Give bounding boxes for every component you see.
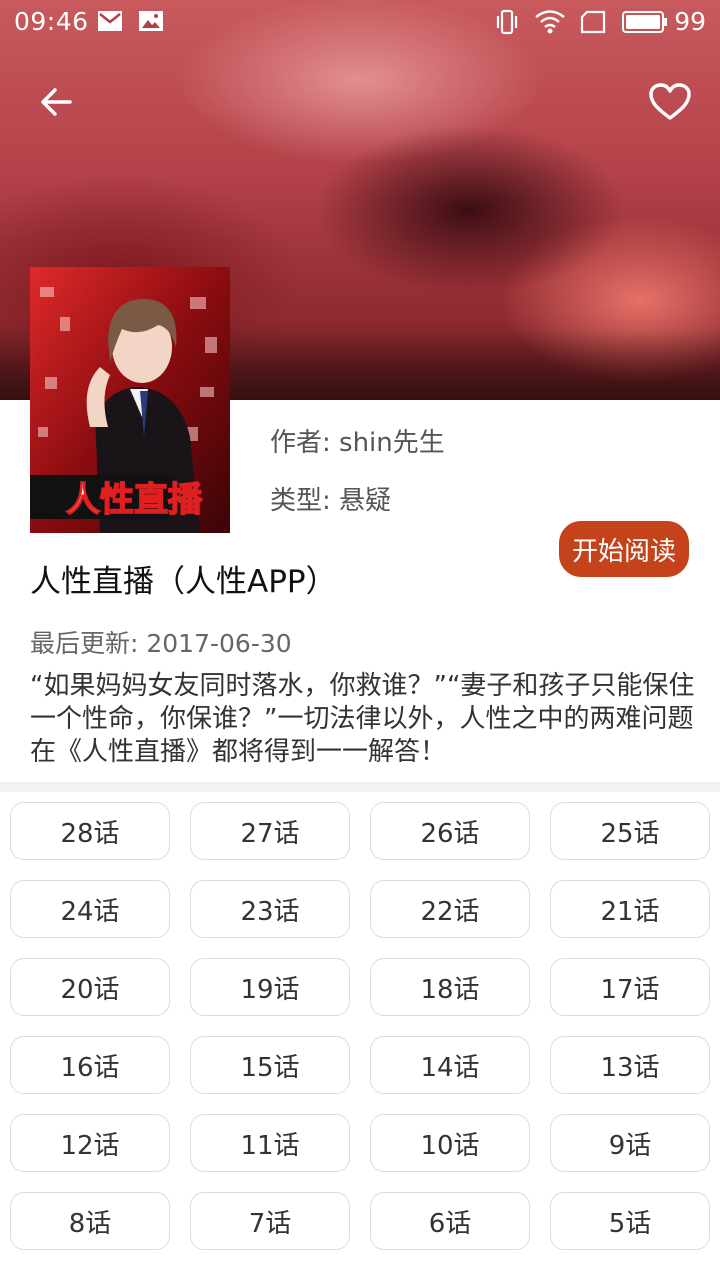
chapter-button[interactable]: 22话: [370, 880, 530, 938]
chapter-button[interactable]: 10话: [370, 1114, 530, 1172]
chapter-button[interactable]: 16话: [10, 1036, 170, 1094]
comic-cover[interactable]: 人性直播: [30, 267, 230, 533]
chapter-button[interactable]: 21话: [550, 880, 710, 938]
last-updated: 最后更新: 2017-06-30: [30, 629, 292, 658]
battery-icon: [622, 9, 668, 41]
chapter-button[interactable]: 13话: [550, 1036, 710, 1094]
status-time: 09:46: [14, 7, 89, 36]
status-bar: 09:46 99: [0, 0, 720, 44]
vibrate-icon: [494, 9, 520, 41]
chapter-button[interactable]: 27话: [190, 802, 350, 860]
start-reading-button[interactable]: 开始阅读: [559, 521, 689, 577]
comic-description: “如果妈妈女友同时落水，你救谁？”“妻子和孩子只能保住一个性命，你保谁？”一切法…: [30, 671, 695, 767]
arrow-left-icon: [41, 88, 72, 116]
comic-type: 类型: 悬疑: [270, 486, 392, 516]
chapter-button[interactable]: 20话: [10, 958, 170, 1016]
favorite-button[interactable]: [642, 74, 698, 130]
chapter-button[interactable]: 11话: [190, 1114, 350, 1172]
comic-author: 作者: shin先生: [270, 428, 445, 458]
chapter-button[interactable]: 25话: [550, 802, 710, 860]
back-button[interactable]: [30, 76, 82, 128]
chapter-button[interactable]: 18话: [370, 958, 530, 1016]
chapter-button[interactable]: 5话: [550, 1192, 710, 1250]
chapter-button[interactable]: 15话: [190, 1036, 350, 1094]
cover-artwork: 人性直播: [30, 267, 230, 533]
chapter-button[interactable]: 6话: [370, 1192, 530, 1250]
heart-outline-icon: [649, 83, 691, 120]
chapter-button[interactable]: 19话: [190, 958, 350, 1016]
chapter-button[interactable]: 14话: [370, 1036, 530, 1094]
chapter-button[interactable]: 26话: [370, 802, 530, 860]
chapter-button[interactable]: 12话: [10, 1114, 170, 1172]
chapter-button[interactable]: 24话: [10, 880, 170, 938]
section-divider: [0, 782, 720, 792]
comic-title: 人性直播（人性APP）: [30, 564, 337, 600]
chapter-button[interactable]: 28话: [10, 802, 170, 860]
wifi-icon: [534, 9, 566, 41]
sim-icon: [579, 9, 607, 41]
chapter-button[interactable]: 8话: [10, 1192, 170, 1250]
chapter-button[interactable]: 23话: [190, 880, 350, 938]
comic-detail-page: 09:46 99 人性直播 作者: shin先生 类型: 悬疑 开始阅读 人性直…: [0, 0, 720, 1280]
cover-title-text: 人性直播: [66, 480, 203, 520]
chapter-button[interactable]: 9话: [550, 1114, 710, 1172]
battery-level: 99: [674, 7, 706, 36]
chapter-button[interactable]: 7话: [190, 1192, 350, 1250]
mail-icon: [97, 9, 123, 39]
image-icon: [138, 9, 164, 39]
chapter-button[interactable]: 17话: [550, 958, 710, 1016]
